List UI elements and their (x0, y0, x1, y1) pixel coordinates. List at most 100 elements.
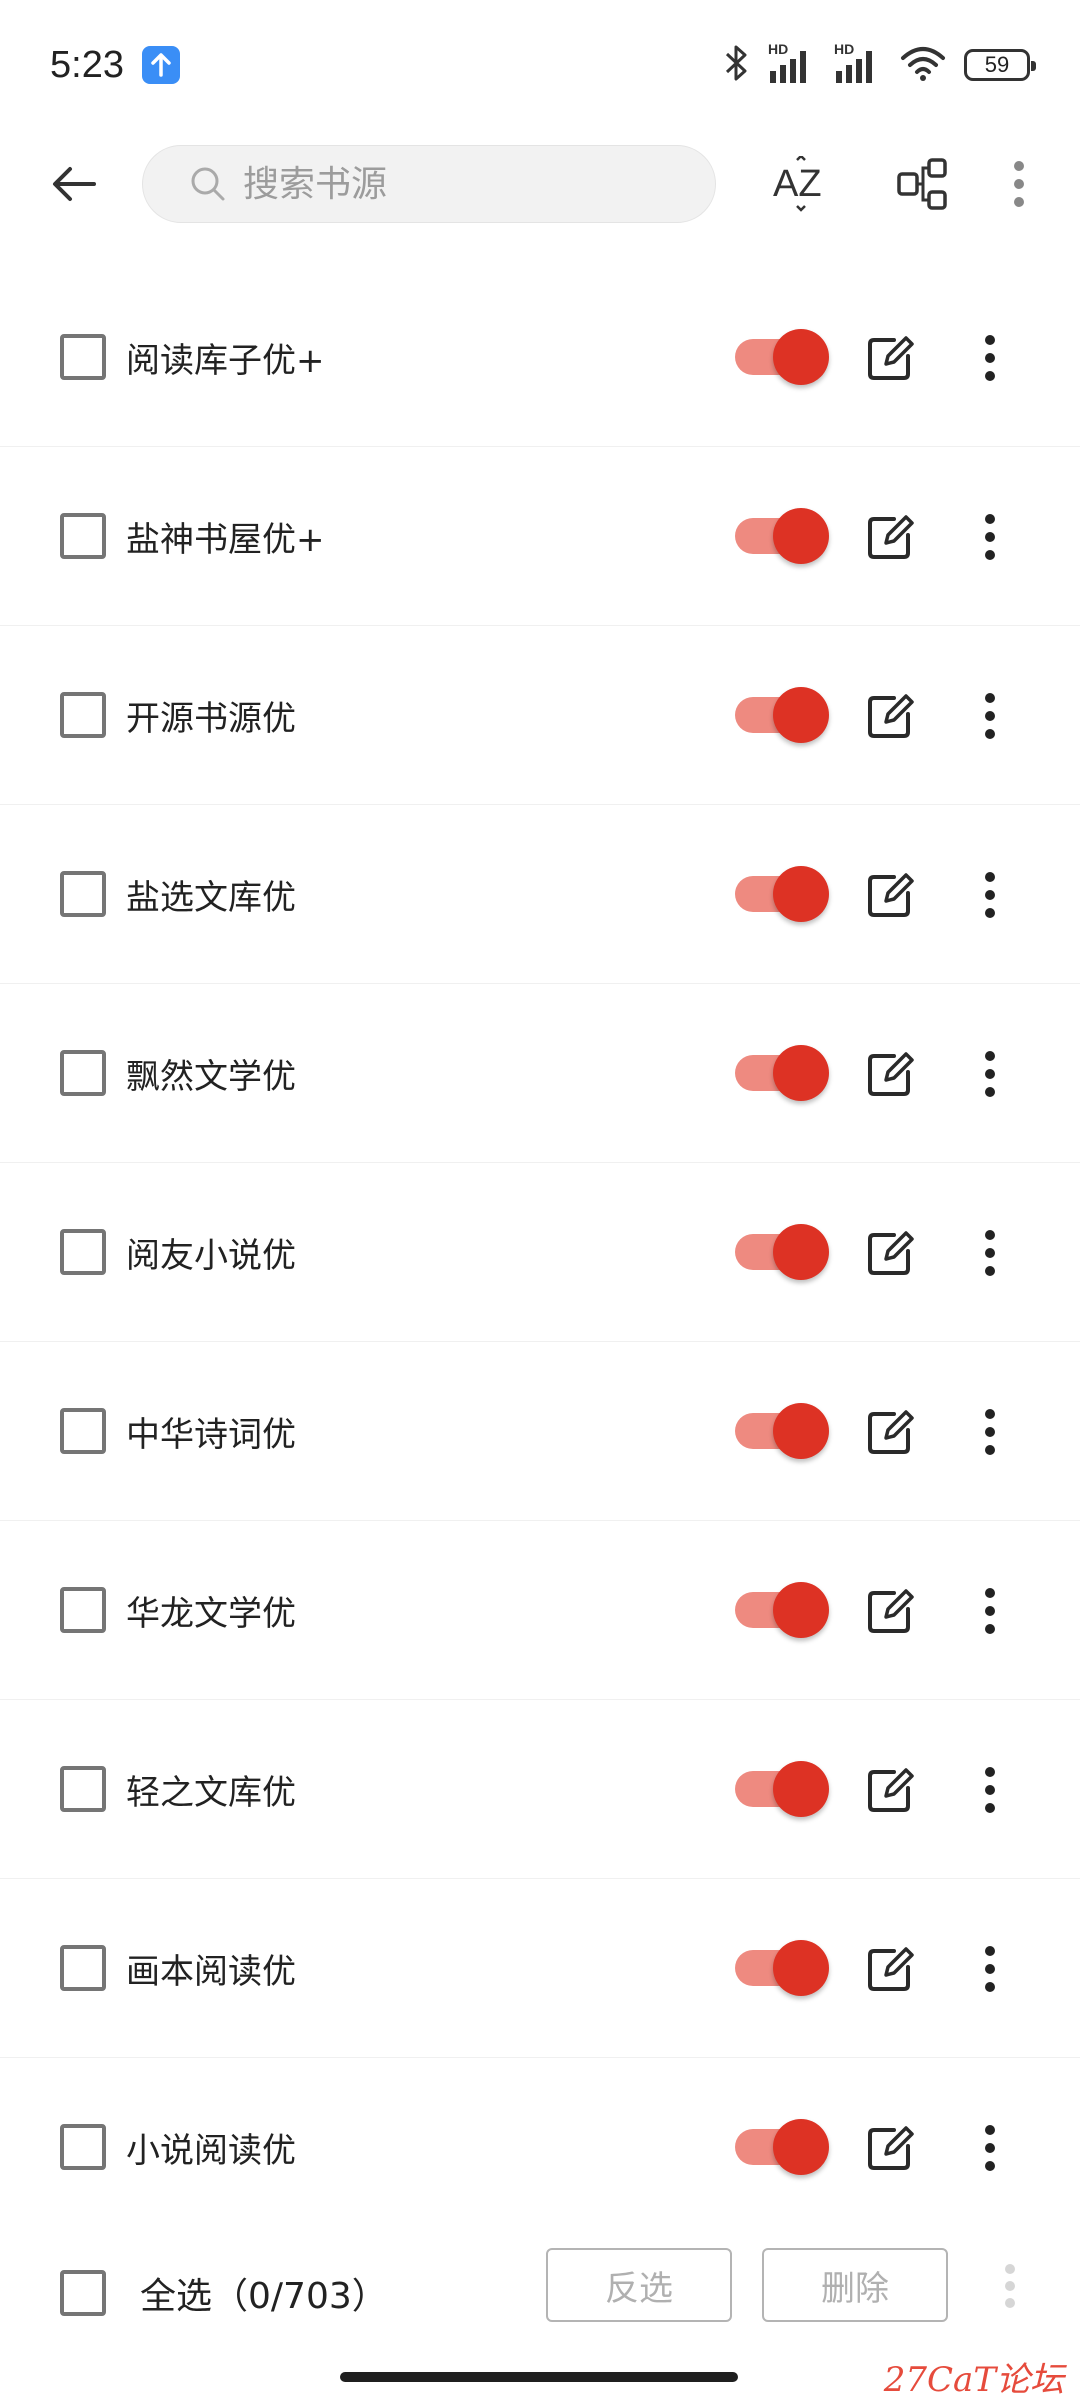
edit-icon (868, 1589, 914, 1633)
upload-icon (141, 46, 180, 84)
source-name: 飘然文学优 (126, 1056, 296, 1097)
edit-icon (868, 1231, 914, 1275)
group-icon (897, 158, 947, 210)
source-name: 小说阅读优 (126, 2130, 296, 2171)
row-more-button[interactable] (960, 686, 1020, 746)
row-checkbox[interactable] (60, 1050, 106, 1096)
source-name: 轻之文库优 (126, 1772, 296, 1813)
row-more-button[interactable] (960, 1581, 1020, 1641)
list-item: 小说阅读优 (0, 2058, 1080, 2237)
edit-icon (868, 1768, 914, 1812)
row-more-button[interactable] (960, 1939, 1020, 1999)
status-time: 5:23 (50, 43, 124, 86)
edit-icon (868, 694, 914, 738)
more-vert-icon (985, 2125, 995, 2171)
enable-switch[interactable] (735, 1761, 829, 1817)
enable-switch[interactable] (735, 1403, 829, 1459)
enable-switch[interactable] (735, 687, 829, 743)
search-input[interactable] (241, 162, 661, 206)
row-more-button[interactable] (960, 328, 1020, 388)
status-icons: HD HD 59 (724, 41, 1036, 86)
enable-switch[interactable] (735, 866, 829, 922)
list-item: 盐选文库优 (0, 805, 1080, 984)
row-more-button[interactable] (960, 1760, 1020, 1820)
select-all-checkbox[interactable] (60, 2270, 106, 2316)
enable-switch[interactable] (735, 1582, 829, 1638)
row-checkbox[interactable] (60, 1945, 106, 1991)
row-checkbox[interactable] (60, 334, 106, 380)
list-item: 中华诗词优 (0, 1342, 1080, 1521)
cellular-signal-icon: HD (768, 41, 816, 85)
back-button[interactable] (34, 144, 114, 224)
bottom-action-bar: 全选（0/703） 反选 删除 (0, 2228, 1080, 2358)
more-vert-icon (985, 514, 995, 560)
more-vert-icon (985, 1051, 995, 1097)
row-checkbox[interactable] (60, 1766, 106, 1812)
edit-button[interactable] (862, 1225, 918, 1281)
switch-thumb (773, 866, 829, 922)
edit-button[interactable] (862, 1046, 918, 1102)
row-more-button[interactable] (960, 1044, 1020, 1104)
status-bar: 5:23 HD HD 59 (0, 0, 1080, 130)
enable-switch[interactable] (735, 1045, 829, 1101)
edit-button[interactable] (862, 330, 918, 386)
edit-button[interactable] (862, 2120, 918, 2176)
edit-icon (868, 515, 914, 559)
edit-button[interactable] (862, 1762, 918, 1818)
invert-selection-button[interactable]: 反选 (546, 2248, 732, 2322)
toolbar: AZ (0, 130, 1080, 238)
list-item: 阅读库子优+ (0, 268, 1080, 447)
search-icon (191, 167, 225, 201)
row-checkbox[interactable] (60, 692, 106, 738)
edit-button[interactable] (862, 1941, 918, 1997)
cellular-signal-icon-2: HD (834, 41, 882, 85)
switch-thumb (773, 329, 829, 385)
sort-button[interactable]: AZ (756, 139, 846, 229)
row-checkbox[interactable] (60, 2124, 106, 2170)
edit-button[interactable] (862, 688, 918, 744)
more-vert-icon (1014, 161, 1024, 207)
list-item: 开源书源优 (0, 626, 1080, 805)
battery-level: 59 (984, 52, 1010, 77)
overflow-menu-button[interactable] (974, 139, 1064, 229)
edit-icon (868, 873, 914, 917)
edit-icon (868, 1947, 914, 1991)
row-more-button[interactable] (960, 1223, 1020, 1283)
source-name: 中华诗词优 (126, 1414, 296, 1455)
sort-az-icon: AZ (773, 156, 822, 212)
row-more-button[interactable] (960, 2118, 1020, 2178)
home-indicator[interactable] (340, 2372, 738, 2382)
enable-switch[interactable] (735, 1940, 829, 1996)
enable-switch[interactable] (735, 2119, 829, 2175)
edit-button[interactable] (862, 509, 918, 565)
edit-button[interactable] (862, 1583, 918, 1639)
row-more-button[interactable] (960, 1402, 1020, 1462)
delete-button[interactable]: 删除 (762, 2248, 948, 2322)
more-vert-icon (985, 872, 995, 918)
switch-thumb (773, 508, 829, 564)
bottom-more-button[interactable] (985, 2253, 1035, 2319)
row-checkbox[interactable] (60, 871, 106, 917)
switch-thumb (773, 687, 829, 743)
row-checkbox[interactable] (60, 513, 106, 559)
row-more-button[interactable] (960, 865, 1020, 925)
row-checkbox[interactable] (60, 1408, 106, 1454)
battery-icon: 59 (964, 49, 1036, 81)
row-checkbox[interactable] (60, 1229, 106, 1275)
list-item: 阅友小说优 (0, 1163, 1080, 1342)
edit-button[interactable] (862, 867, 918, 923)
row-checkbox[interactable] (60, 1587, 106, 1633)
arrow-left-icon (53, 167, 96, 201)
more-vert-icon (985, 1767, 995, 1813)
row-more-button[interactable] (960, 507, 1020, 567)
edit-icon (868, 2126, 914, 2170)
list-item: 画本阅读优 (0, 1879, 1080, 2058)
edit-button[interactable] (862, 1404, 918, 1460)
search-box[interactable] (142, 145, 716, 223)
enable-switch[interactable] (735, 508, 829, 564)
enable-switch[interactable] (735, 329, 829, 385)
group-button[interactable] (878, 139, 968, 229)
switch-thumb (773, 1045, 829, 1101)
bluetooth-icon (724, 44, 750, 86)
enable-switch[interactable] (735, 1224, 829, 1280)
